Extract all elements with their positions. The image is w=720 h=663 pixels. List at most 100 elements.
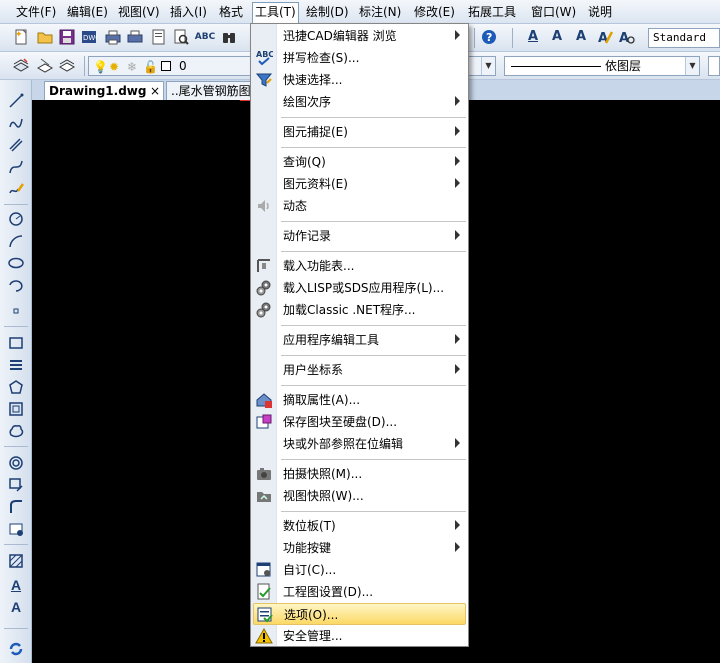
menu-item-view-snapshot[interactable]: 视图快照(W)...: [253, 485, 466, 507]
freeze-icon: ❄: [127, 60, 138, 74]
menu-file[interactable]: 文件(F): [14, 3, 58, 21]
helix-icon[interactable]: [6, 356, 26, 374]
warning-icon: [255, 627, 273, 645]
tab-tailwater-rebar[interactable]: ..尾水管钢筋图.d: [166, 81, 252, 100]
rectangle-icon[interactable]: [6, 334, 26, 352]
tab-drawing1[interactable]: Drawing1.dwg ×: [44, 81, 164, 100]
menu-insert[interactable]: 插入(I): [168, 3, 209, 21]
polygon-icon[interactable]: [6, 378, 26, 396]
menu-item-customize[interactable]: 自订(C)...: [253, 559, 466, 581]
menu-modify[interactable]: 修改(E): [412, 3, 457, 21]
menu-item-entity-snap[interactable]: 图元捕捉(E): [253, 121, 466, 143]
open-folder-icon[interactable]: [36, 28, 54, 46]
text-highlight-icon[interactable]: A: [596, 28, 614, 46]
menu-item-security[interactable]: 安全管理...: [253, 625, 466, 647]
customize-icon: [255, 561, 273, 579]
menu-separator: [281, 251, 466, 252]
menu-item-draw-order[interactable]: 绘图次序: [253, 91, 466, 113]
circle-icon[interactable]: [6, 210, 26, 228]
menu-item-tablet[interactable]: 数位板(T): [253, 515, 466, 537]
menu-separator: [281, 385, 466, 386]
menu-item-load-lisp[interactable]: 载入LISP或SDS应用程序(L)...: [253, 277, 466, 299]
crosshair-mark: [240, 100, 250, 101]
print-icon[interactable]: [104, 28, 122, 46]
menu-item-app-edit-tools[interactable]: 应用程序编辑工具: [253, 329, 466, 351]
menu-item-spell-check[interactable]: ABC 拼写检查(S)...: [253, 47, 466, 69]
sketch-icon[interactable]: [6, 180, 26, 198]
menu-item-refedit[interactable]: 块或外部参照在位编辑: [253, 433, 466, 455]
drawing-settings-icon: [255, 583, 273, 601]
linetype-select[interactable]: 依图层 ▼: [504, 56, 700, 76]
menu-item-take-snapshot[interactable]: 拍摄快照(M)...: [253, 463, 466, 485]
spline-icon[interactable]: [6, 158, 26, 176]
polyline-icon[interactable]: [6, 114, 26, 132]
new-file-icon[interactable]: ✦: [12, 28, 30, 46]
lineweight-select[interactable]: [708, 56, 720, 76]
multiline-icon[interactable]: [6, 136, 26, 154]
save-all-icon[interactable]: DWG: [80, 28, 98, 46]
text-style-select[interactable]: Standard: [648, 28, 720, 48]
text-find-icon[interactable]: A: [618, 28, 636, 46]
menu-view[interactable]: 视图(V): [116, 3, 162, 21]
menu-draw[interactable]: 绘制(D): [304, 3, 351, 21]
menu-item-function-keys[interactable]: 功能按键: [253, 537, 466, 559]
line-icon[interactable]: [6, 92, 26, 110]
menu-item-options[interactable]: 选项(O)...: [253, 603, 466, 625]
region-icon[interactable]: [6, 400, 26, 418]
menu-item-action-recorder[interactable]: 动作记录: [253, 225, 466, 247]
spell-check-icon: ABC: [255, 49, 273, 67]
menu-item-quick-select[interactable]: 快速选择...: [253, 69, 466, 91]
save-icon[interactable]: [58, 28, 76, 46]
menu-format[interactable]: 格式: [217, 3, 245, 21]
donut-icon[interactable]: [6, 454, 26, 472]
text-edit-icon[interactable]: A: [548, 28, 566, 46]
speaker-icon: [255, 197, 273, 215]
menu-dimension[interactable]: 标注(N): [357, 3, 403, 21]
binoculars-icon[interactable]: [220, 28, 238, 46]
point-icon[interactable]: [6, 302, 26, 320]
tab-label: ..尾水管钢筋图.d: [171, 84, 251, 98]
page-setup-icon[interactable]: [150, 28, 168, 46]
print-preview-icon[interactable]: [126, 28, 144, 46]
menu-item-cad-browse[interactable]: 迅捷CAD编辑器 浏览: [253, 25, 466, 47]
menu-item-ucs[interactable]: 用户坐标系: [253, 359, 466, 381]
chevron-down-icon[interactable]: ▼: [685, 57, 699, 75]
hatch-icon[interactable]: [6, 552, 26, 570]
text-style-icon[interactable]: A: [524, 28, 542, 46]
menu-help[interactable]: 说明: [586, 3, 614, 21]
close-icon[interactable]: ×: [150, 82, 160, 100]
ellipse-icon[interactable]: [6, 254, 26, 272]
menu-item-dynamic[interactable]: 动态: [253, 195, 466, 217]
menu-extend-tools[interactable]: 拓展工具: [466, 3, 518, 21]
menu-item-drawing-settings[interactable]: 工程图设置(D)...: [253, 581, 466, 603]
table-icon[interactable]: [6, 520, 26, 538]
camera-icon: [255, 465, 273, 483]
menu-item-load-menu[interactable]: 载入功能表...: [253, 255, 466, 277]
chevron-down-icon[interactable]: ▼: [481, 57, 495, 75]
text-icon[interactable]: A: [6, 598, 26, 616]
submenu-arrow-icon: [455, 520, 460, 530]
wipeout-icon[interactable]: [6, 476, 26, 494]
text-scale-icon[interactable]: A: [572, 28, 590, 46]
mtext-icon[interactable]: A: [6, 576, 26, 594]
submenu-arrow-icon: [455, 30, 460, 40]
menu-edit[interactable]: 编辑(E): [65, 3, 110, 21]
revision-cloud-icon[interactable]: [6, 422, 26, 440]
layer-state-icon[interactable]: [58, 56, 76, 74]
menu-tools[interactable]: 工具(T): [252, 2, 299, 24]
find-icon[interactable]: [172, 28, 190, 46]
menu-item-entity-data[interactable]: 图元资料(E): [253, 173, 466, 195]
menu-item-load-net[interactable]: 加载Classic .NET程序...: [253, 299, 466, 321]
layer-manager-icon[interactable]: [12, 56, 30, 74]
menu-window[interactable]: 窗口(W): [529, 3, 578, 21]
help-icon[interactable]: ?: [480, 28, 498, 46]
spell-check-icon[interactable]: ABC: [195, 28, 215, 46]
refresh-icon[interactable]: [6, 640, 26, 658]
boundary-icon[interactable]: [6, 498, 26, 516]
arc-icon[interactable]: [6, 232, 26, 250]
layer-previous-icon[interactable]: [36, 56, 54, 74]
menu-item-extract-attributes[interactable]: 摘取属性(A)...: [253, 389, 466, 411]
ellipse-arc-icon[interactable]: [6, 276, 26, 294]
menu-item-inquiry[interactable]: 查询(Q): [253, 151, 466, 173]
menu-item-save-block[interactable]: 保存图块至硬盘(D)...: [253, 411, 466, 433]
